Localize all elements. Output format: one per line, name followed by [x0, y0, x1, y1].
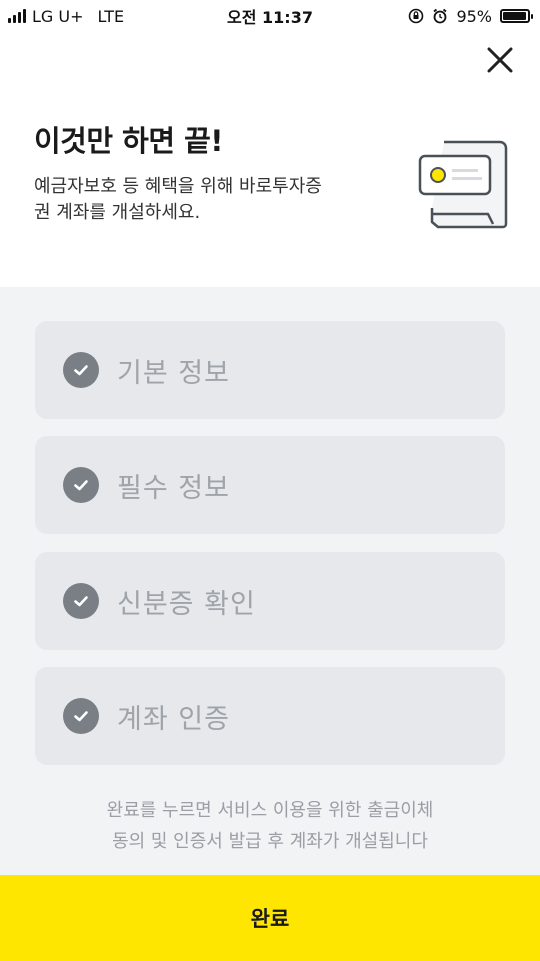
step-id-verification[interactable]: 신분증 확인	[35, 552, 505, 650]
description-line-2: 권 계좌를 개설하세요.	[34, 202, 201, 223]
close-icon	[487, 47, 513, 73]
battery-icon	[500, 9, 533, 23]
step-label: 계좌 인증	[117, 703, 230, 735]
notice-line-2: 동의 및 인증서 발급 후 계좌가 개설됩니다	[112, 831, 428, 852]
carrier-label: LG U+	[32, 6, 84, 26]
description-line-1: 예금자보호 등 혜택을 위해 바로투자증	[34, 176, 322, 197]
steps-section: 기본 정보 필수 정보 신분증 확인 계좌 인증 완료를 누르면 서비스 이용을…	[0, 287, 540, 875]
notice-line-1: 완료를 누르면 서비스 이용을 위한 출금이체	[106, 800, 434, 821]
signal-icon	[8, 9, 26, 23]
step-required-info[interactable]: 필수 정보	[35, 436, 505, 534]
step-basic-info[interactable]: 기본 정보	[35, 321, 505, 419]
header: 이것만 하면 끝! 예금자보호 등 혜택을 위해 바로투자증 권 계좌를 개설하…	[34, 118, 374, 226]
notice-text: 완료를 누르면 서비스 이용을 위한 출금이체 동의 및 인증서 발급 후 계좌…	[0, 795, 540, 857]
check-icon	[63, 467, 99, 503]
step-label: 기본 정보	[117, 357, 230, 389]
network-label: LTE	[97, 6, 125, 26]
check-icon	[63, 583, 99, 619]
status-right: 95%	[408, 6, 533, 26]
document-card-icon	[418, 140, 508, 229]
status-bar: LG U+ LTE 오전 11:37 95%	[0, 0, 540, 32]
rotation-lock-icon	[409, 8, 424, 24]
step-label: 신분증 확인	[117, 588, 256, 620]
battery-fill	[503, 12, 526, 20]
battery-percent: 95%	[456, 6, 492, 26]
step-account-verification[interactable]: 계좌 인증	[35, 667, 505, 765]
check-icon	[63, 698, 99, 734]
alarm-icon	[433, 8, 447, 24]
complete-button[interactable]: 완료	[0, 875, 540, 961]
check-icon	[63, 352, 99, 388]
step-label: 필수 정보	[117, 472, 230, 504]
close-button[interactable]	[480, 40, 520, 80]
status-left: LG U+ LTE	[8, 7, 124, 26]
page-description: 예금자보호 등 혜택을 위해 바로투자증 권 계좌를 개설하세요.	[34, 174, 374, 226]
page-title: 이것만 하면 끝!	[34, 124, 224, 158]
